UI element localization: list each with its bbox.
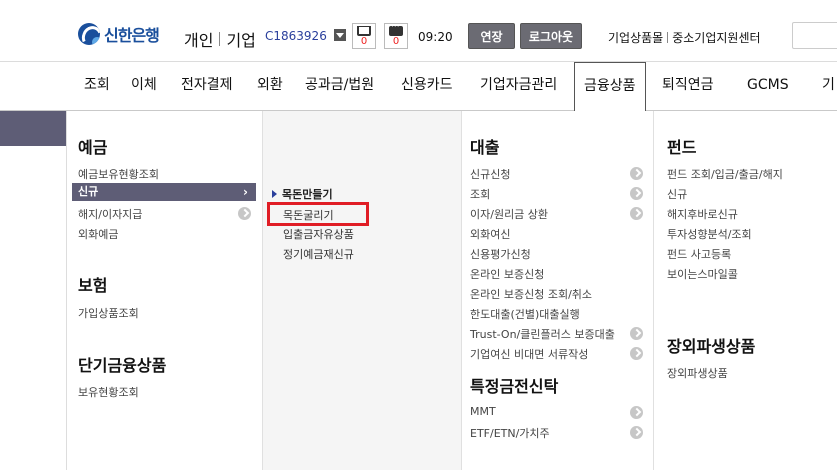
chevron-right-circle-icon[interactable] bbox=[238, 207, 251, 220]
sme-center-link[interactable]: 중소기업지원센터 bbox=[672, 29, 760, 46]
gnb-foreign-exchange[interactable]: 외환 bbox=[257, 62, 283, 111]
menu-item-fund-switch[interactable]: 해지후바로신규 bbox=[667, 206, 738, 222]
submenu-item-label: 목돈만들기 bbox=[282, 188, 333, 201]
submenu-item-term-deposit-renewal[interactable]: 정기예금재신규 bbox=[283, 246, 354, 262]
gnb-retirement-pension[interactable]: 퇴직연금 bbox=[662, 62, 714, 111]
highlight-box bbox=[267, 202, 369, 226]
menu-item-untact-documents[interactable]: 기업여신 비대면 서류작성 bbox=[470, 346, 588, 362]
menu-item-smile-call[interactable]: 보이는스마일콜 bbox=[667, 266, 738, 282]
logo-text: 신한은행 bbox=[104, 26, 160, 45]
menu-item-mmt[interactable]: MMT bbox=[470, 405, 496, 418]
gnb-gcms[interactable]: GCMS bbox=[747, 62, 789, 111]
triangle-right-icon bbox=[272, 190, 277, 198]
message-button[interactable]: 0 bbox=[384, 22, 408, 49]
global-nav: 조회 이체 전자결제 외환 공과금/법원 신용카드 기업자금관리 금융상품 퇴직… bbox=[0, 62, 837, 112]
top-bar: 신한은행 개인 기업 C1863926 0 0 09:20 연장 로그아웃 기업… bbox=[0, 0, 837, 62]
menu-item-fund-transactions[interactable]: 펀드 조회/입금/출금/해지 bbox=[667, 166, 783, 182]
corporate-mall-link[interactable]: 기업상품몰 bbox=[608, 29, 663, 46]
heading-loan: 대출 bbox=[470, 138, 500, 157]
utility-links: 기업상품몰 중소기업지원센터 bbox=[608, 29, 761, 46]
column-divider bbox=[653, 111, 654, 470]
cart-icon bbox=[357, 26, 371, 36]
menu-item-limit-loan[interactable]: 한도대출(건별)대출실행 bbox=[470, 306, 580, 322]
user-id: C1863926 bbox=[265, 29, 327, 43]
heading-fund: 펀드 bbox=[667, 138, 697, 157]
menu-item-holdings-inquiry[interactable]: 보유현황조회 bbox=[78, 384, 139, 400]
menu-item-loan-inquiry[interactable]: 조회 bbox=[470, 186, 490, 202]
menu-item-new-deposit[interactable]: 신규 › bbox=[72, 183, 256, 201]
gnb-transfer[interactable]: 이체 bbox=[131, 62, 157, 111]
heading-short-term-products: 단기금융상품 bbox=[78, 356, 167, 375]
menu-item-credit-rating[interactable]: 신용평가신청 bbox=[470, 246, 531, 262]
menu-item-foreign-credit[interactable]: 외화여신 bbox=[470, 226, 510, 242]
logout-button[interactable]: 로그아웃 bbox=[520, 23, 582, 49]
chevron-right-icon: › bbox=[243, 185, 248, 199]
shinhan-logo-icon bbox=[78, 23, 100, 45]
mode-tab-corporate[interactable]: 기업 bbox=[226, 27, 255, 51]
gnb-financial-products[interactable]: 금융상품 bbox=[574, 62, 646, 112]
menu-item-insurance-inquiry[interactable]: 가입상품조회 bbox=[78, 305, 139, 321]
dropdown-toggle-icon[interactable] bbox=[334, 29, 346, 41]
gnb-corporate-funds[interactable]: 기업자금관리 bbox=[480, 62, 557, 111]
menu-item-foreign-deposit[interactable]: 외화예금 bbox=[78, 226, 118, 242]
gnb-more[interactable]: 기 bbox=[822, 62, 835, 111]
cart-count: 0 bbox=[360, 36, 368, 47]
message-count: 0 bbox=[392, 36, 400, 47]
menu-item-termination-interest[interactable]: 해지/이자지급 bbox=[78, 206, 142, 222]
menu-item-online-guarantee-inquiry[interactable]: 온라인 보증신청 조회/취소 bbox=[470, 286, 592, 302]
menu-item-etf-etn[interactable]: ETF/ETN/가치주 bbox=[470, 425, 550, 441]
extend-session-button[interactable]: 연장 bbox=[468, 23, 515, 49]
chevron-right-circle-icon[interactable] bbox=[630, 347, 643, 360]
menu-item-fund-new[interactable]: 신규 bbox=[667, 186, 687, 202]
menu-item-fund-incident[interactable]: 펀드 사고등록 bbox=[667, 246, 731, 262]
heading-deposit: 예금 bbox=[78, 138, 108, 157]
gnb-utility-court[interactable]: 공과금/법원 bbox=[305, 62, 374, 111]
chevron-right-circle-icon[interactable] bbox=[630, 406, 643, 419]
cart-button[interactable]: 0 bbox=[352, 23, 376, 49]
menu-item-risk-profile[interactable]: 투자성향분석/조회 bbox=[667, 226, 752, 242]
menu-item-loan-repayment[interactable]: 이자/원리금 상환 bbox=[470, 206, 548, 222]
divider bbox=[219, 32, 221, 46]
menu-item-online-guarantee[interactable]: 온라인 보증신청 bbox=[470, 266, 544, 282]
mode-tab-personal[interactable]: 개인 bbox=[184, 27, 213, 51]
menu-item-loan-apply[interactable]: 신규신청 bbox=[470, 166, 510, 182]
heading-insurance: 보험 bbox=[78, 276, 108, 295]
submenu-panel bbox=[262, 111, 462, 470]
submenu-item-lump-sum-saving[interactable]: 목돈만들기 bbox=[272, 186, 333, 202]
submenu-item-free-savings[interactable]: 입출금자유상품 bbox=[283, 226, 354, 242]
left-side-tab[interactable] bbox=[0, 111, 66, 146]
chevron-right-circle-icon[interactable] bbox=[630, 167, 643, 180]
customer-mode-tabs: 개인 기업 bbox=[184, 27, 256, 51]
gnb-inquiry[interactable]: 조회 bbox=[84, 62, 110, 111]
gnb-e-payment[interactable]: 전자결제 bbox=[181, 62, 233, 111]
chevron-right-circle-icon[interactable] bbox=[630, 207, 643, 220]
gnb-credit-card[interactable]: 신용카드 bbox=[401, 62, 453, 111]
menu-item-label: 신규 bbox=[78, 185, 99, 198]
session-time: 09:20 bbox=[418, 30, 453, 44]
menu-item-deposit-holdings[interactable]: 예금보유현황조회 bbox=[78, 166, 159, 182]
menu-item-trust-on-loan[interactable]: Trust-On/클린플러스 보증대출 bbox=[470, 326, 615, 342]
chevron-right-circle-icon[interactable] bbox=[630, 426, 643, 439]
search-input[interactable] bbox=[792, 22, 837, 49]
message-icon bbox=[389, 22, 403, 36]
heading-otc-derivatives: 장외파생상품 bbox=[667, 337, 756, 356]
chevron-right-circle-icon[interactable] bbox=[630, 187, 643, 200]
bank-logo[interactable]: 신한은행 bbox=[78, 22, 160, 46]
menu-item-otc-derivatives[interactable]: 장외파생상품 bbox=[667, 365, 728, 381]
divider bbox=[667, 32, 669, 43]
heading-specific-trust: 특정금전신탁 bbox=[470, 377, 559, 396]
chevron-right-circle-icon[interactable] bbox=[630, 327, 643, 340]
